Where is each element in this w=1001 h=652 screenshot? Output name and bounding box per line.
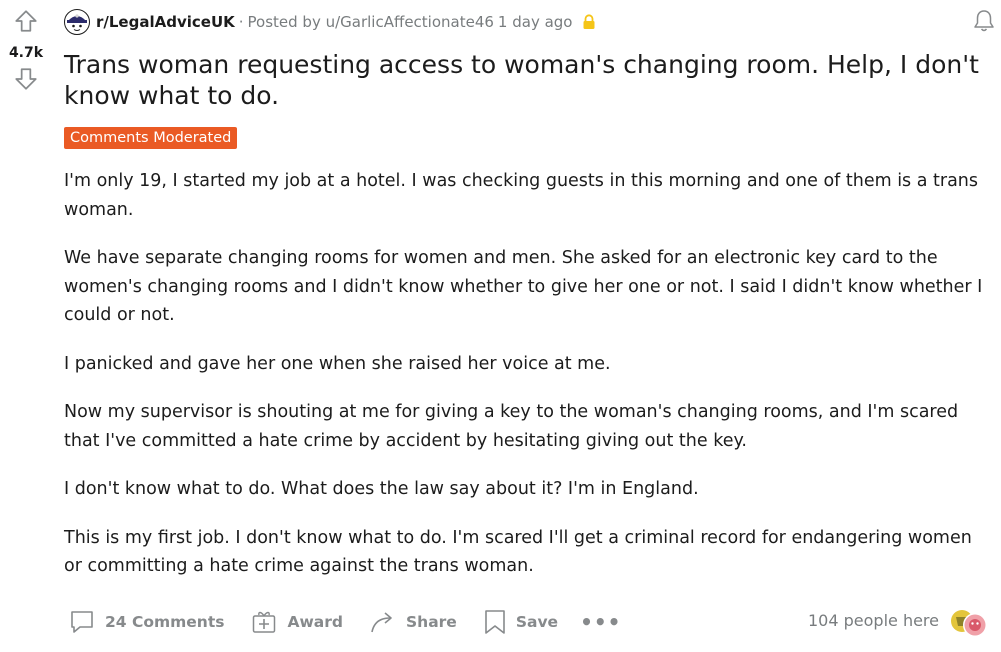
award-button[interactable]: Award xyxy=(250,608,343,636)
save-button[interactable]: Save xyxy=(483,608,558,636)
downvote-button[interactable] xyxy=(11,64,41,94)
posted-by[interactable]: Posted by u/GarlicAffectionate46 xyxy=(248,13,494,31)
post-meta: r/LegalAdviceUK · Posted by u/GarlicAffe… xyxy=(64,0,1001,44)
bookmark-icon xyxy=(485,610,505,634)
body-paragraph: I don't know what to do. What does the l… xyxy=(64,479,699,499)
body-paragraph: Now my supervisor is shouting at me for … xyxy=(64,402,959,451)
presence-avatars-icon xyxy=(951,610,987,637)
body-paragraph: This is my first job. I don't know what … xyxy=(64,527,972,577)
subreddit-link[interactable]: r/LegalAdviceUK xyxy=(96,13,235,31)
post-body: I'm only 19, I started my job at a hotel… xyxy=(64,167,989,581)
comments-button[interactable]: 24 Comments xyxy=(68,608,224,636)
body-paragraph: We have separate changing rooms for wome… xyxy=(64,248,983,325)
more-options-button[interactable]: ••• xyxy=(580,610,621,634)
bell-icon[interactable] xyxy=(971,8,997,34)
post-actions-bar: 24 Comments Award Share Save ••• 104 peo… xyxy=(64,604,1001,640)
presence-label: 104 people here xyxy=(808,611,939,630)
upvote-button[interactable] xyxy=(11,6,41,36)
vote-column: 4.7k xyxy=(0,0,52,94)
save-label: Save xyxy=(515,613,559,631)
body-paragraph: I'm only 19, I started my job at a hotel… xyxy=(64,171,979,220)
gift-icon xyxy=(253,611,276,633)
vote-score: 4.7k xyxy=(8,45,44,61)
post-content: r/LegalAdviceUK · Posted by u/GarlicAffe… xyxy=(64,0,1001,601)
meta-separator: · xyxy=(238,13,244,31)
share-button[interactable]: Share xyxy=(369,608,457,636)
lock-icon xyxy=(583,14,595,29)
presence-indicator[interactable]: 104 people here xyxy=(808,610,987,637)
share-arrow-icon xyxy=(371,612,392,633)
body-paragraph: I panicked and gave her one when she rai… xyxy=(64,353,611,374)
award-label: Award xyxy=(287,613,343,631)
comments-label: 24 Comments xyxy=(105,613,225,631)
arrow-up-icon xyxy=(15,10,37,32)
share-label: Share xyxy=(406,613,457,631)
post-flair[interactable]: Comments Moderated xyxy=(64,127,238,149)
post-title[interactable]: Trans woman requesting access to woman's… xyxy=(64,49,984,111)
comment-bubble-icon xyxy=(71,611,93,633)
time-ago[interactable]: 1 day ago xyxy=(498,13,573,31)
subreddit-avatar-icon[interactable] xyxy=(64,9,90,35)
arrow-down-icon xyxy=(15,68,37,90)
